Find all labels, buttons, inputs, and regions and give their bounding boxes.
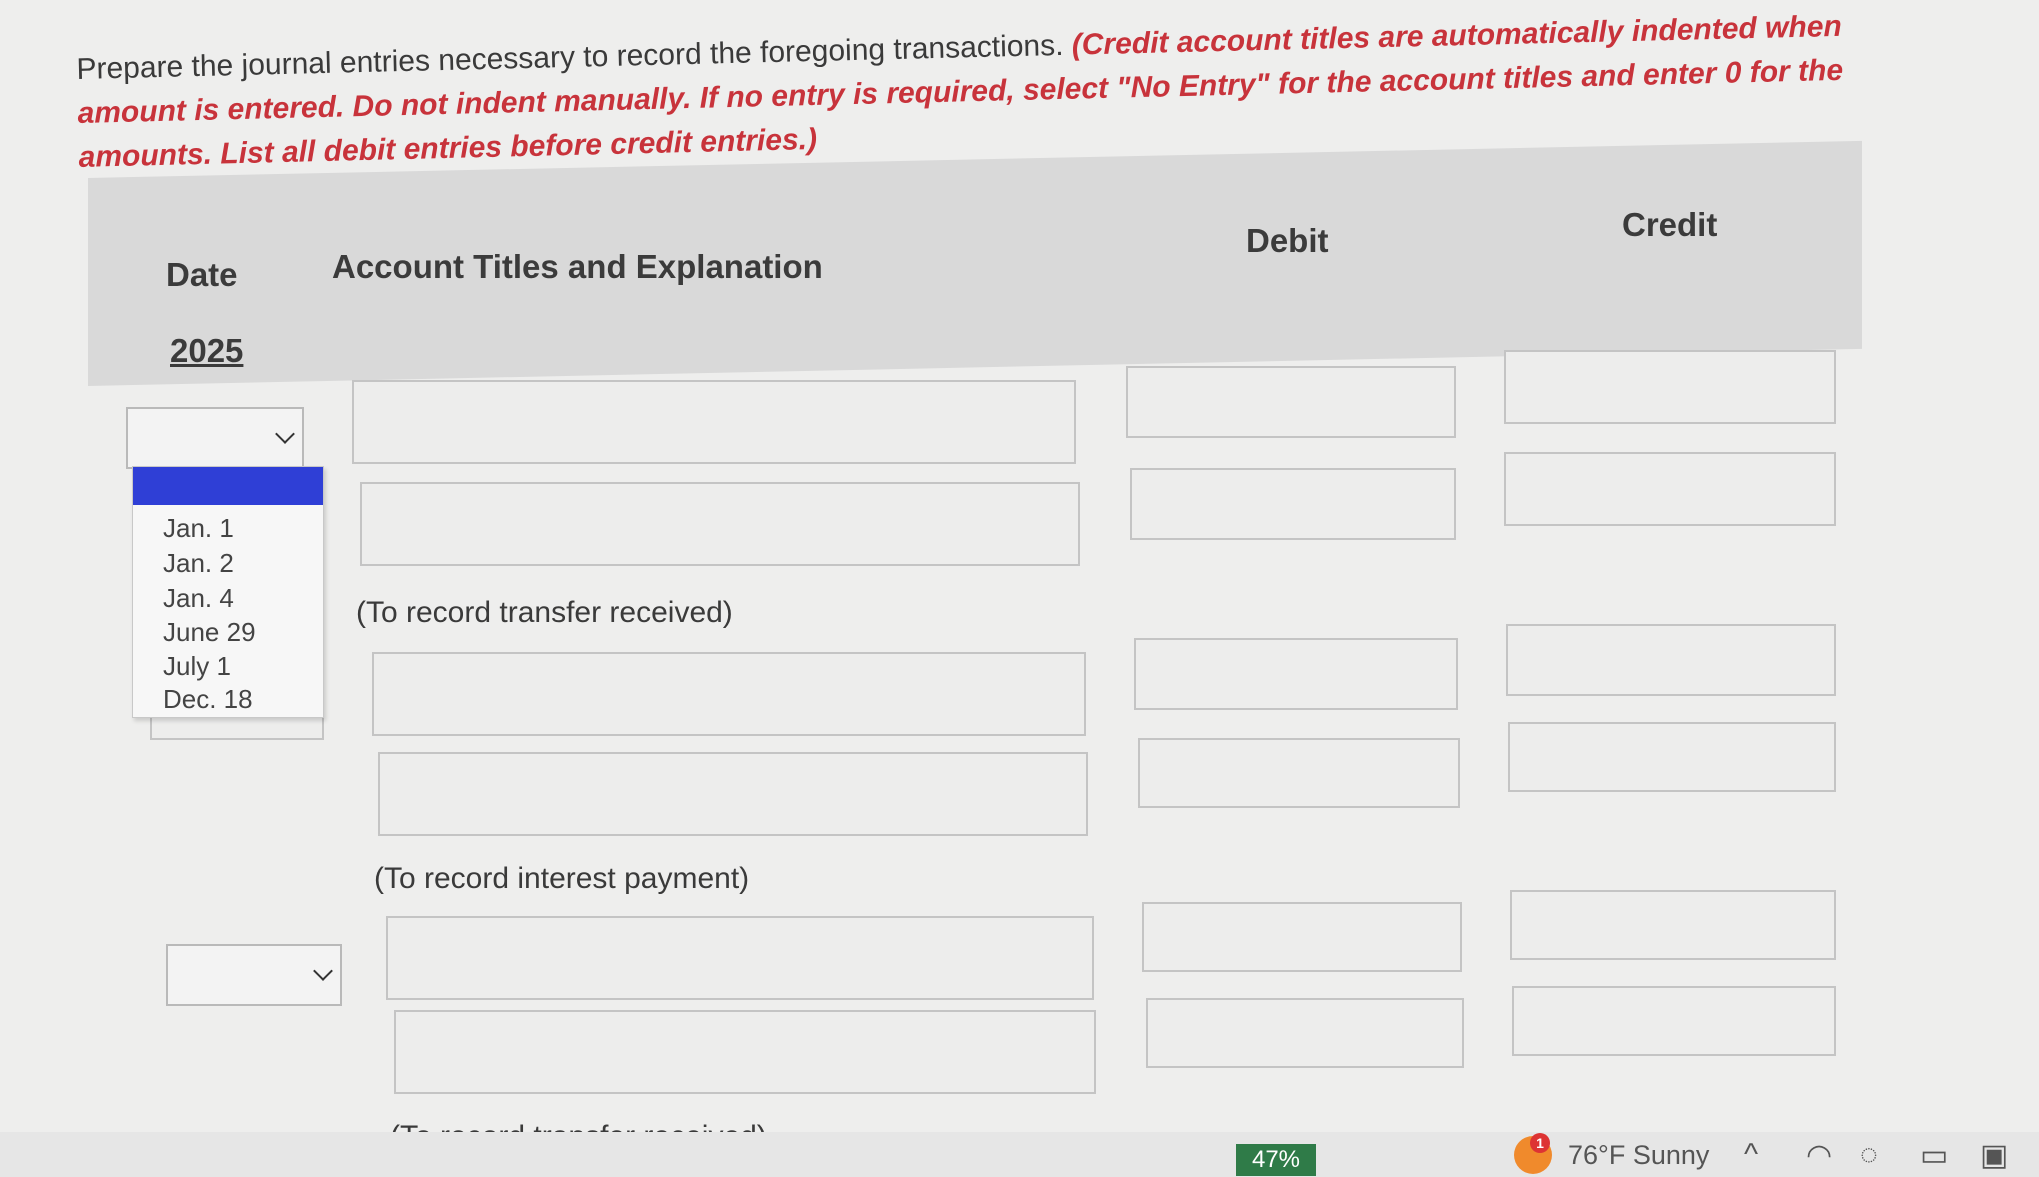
weather-text[interactable]: 76°F Sunny	[1568, 1140, 1709, 1171]
credit-input[interactable]	[1504, 452, 1836, 526]
notifications-icon[interactable]: ▣	[1980, 1138, 2008, 1173]
debit-input[interactable]	[1142, 902, 1462, 972]
debit-input[interactable]	[1138, 738, 1460, 808]
debit-input[interactable]	[1146, 998, 1464, 1068]
credit-input[interactable]	[1506, 624, 1836, 696]
credit-input[interactable]	[1508, 722, 1836, 792]
account-title-input[interactable]	[352, 380, 1076, 464]
credit-input[interactable]	[1504, 350, 1836, 424]
dropdown-option[interactable]: June 29	[163, 617, 256, 648]
debit-input[interactable]	[1126, 366, 1456, 438]
entry-explanation: (To record interest payment)	[374, 862, 750, 895]
dropdown-option[interactable]: Dec. 18	[163, 684, 253, 715]
credit-input[interactable]	[1512, 986, 1836, 1056]
chevron-down-icon	[275, 424, 295, 444]
account-title-input[interactable]	[360, 482, 1080, 566]
account-title-input[interactable]	[394, 1010, 1096, 1094]
account-title-input[interactable]	[386, 916, 1094, 1000]
chevron-up-icon[interactable]: ^	[1744, 1138, 1758, 1172]
credit-column-header: Credit	[1622, 206, 1718, 243]
debit-input[interactable]	[1134, 638, 1458, 710]
debit-input[interactable]	[1130, 468, 1456, 540]
debit-column-header: Debit	[1246, 222, 1329, 259]
account-column-header: Account Titles and Explanation	[332, 248, 823, 285]
year-label: 2025	[170, 332, 244, 369]
date-column-header: Date	[166, 256, 238, 293]
dropdown-option[interactable]: Jan. 4	[163, 583, 234, 614]
account-title-input[interactable]	[378, 752, 1088, 836]
chevron-down-icon	[313, 961, 333, 981]
taskbar	[0, 1132, 2039, 1177]
date-select-entry-3[interactable]	[166, 944, 342, 1006]
volume-icon[interactable]: ◌	[1860, 1138, 1878, 1172]
dropdown-option[interactable]: Jan. 2	[163, 548, 234, 579]
entry-explanation: (To record transfer received)	[356, 596, 733, 629]
credit-input[interactable]	[1510, 890, 1836, 960]
account-title-input[interactable]	[372, 652, 1086, 736]
notification-badge: 1	[1530, 1133, 1550, 1153]
dropdown-option[interactable]: Jan. 1	[163, 513, 234, 544]
dropdown-highlighted-option[interactable]	[133, 467, 323, 505]
dropdown-option[interactable]: July 1	[163, 651, 231, 682]
date-select-entry-1[interactable]	[126, 407, 304, 469]
wifi-icon[interactable]: ◠	[1806, 1138, 1832, 1173]
battery-icon[interactable]: ▭	[1920, 1138, 1948, 1173]
date-dropdown-list[interactable]: Jan. 1 Jan. 2 Jan. 4 June 29 July 1 Dec.…	[132, 466, 324, 718]
battery-indicator[interactable]: 47%	[1236, 1144, 1316, 1176]
